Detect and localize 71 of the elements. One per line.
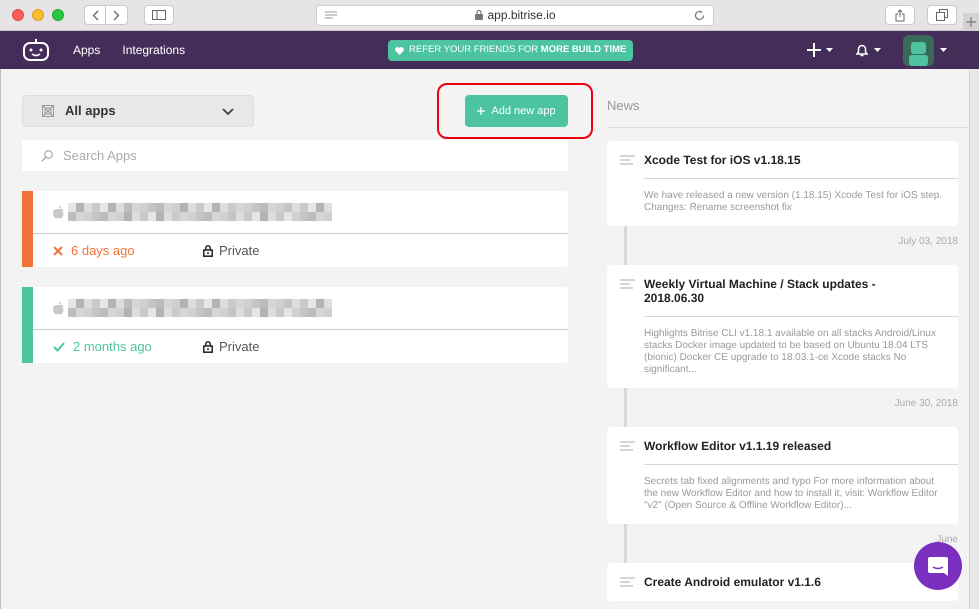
news-date: June 30, 2018 [894, 396, 958, 410]
tabs-icon [936, 9, 948, 21]
apple-icon [53, 206, 64, 218]
referral-text: REFER YOUR FRIENDS FOR MORE BUILD TIME [409, 43, 626, 58]
profile-menu-button[interactable] [903, 34, 947, 66]
close-window-button[interactable] [12, 9, 24, 21]
last-build-time: 6 days ago [71, 242, 135, 260]
news-title: Workflow Editor v1.1.19 released [644, 438, 832, 452]
heart-icon [395, 46, 404, 54]
text-lines-icon [620, 440, 635, 450]
share-button[interactable] [885, 5, 915, 25]
caret-icon [940, 48, 947, 52]
lock-icon [203, 340, 213, 352]
apple-icon [53, 302, 64, 314]
news-card[interactable] [607, 426, 958, 524]
back-button[interactable] [84, 5, 106, 25]
news-summary: We have released a new version (1.18.15) Xcode Test for iOS step. Changes: Rename screenshot fix [644, 190, 944, 214]
app-filter-dropdown[interactable]: All apps [22, 95, 254, 127]
last-build-time: 2 months ago [73, 338, 152, 356]
bell-icon [855, 43, 869, 57]
share-icon [895, 8, 905, 22]
forward-icon [113, 10, 120, 20]
robot-logo-icon[interactable] [22, 38, 50, 62]
chat-button[interactable] [914, 542, 962, 590]
visibility-label: Private [219, 338, 260, 356]
news-title: Create Android emulator v1.1.6 [644, 574, 822, 588]
news-title: Xcode Test for iOS v1.18.15 [644, 152, 802, 166]
nav-link[interactable]: Apps [73, 41, 100, 59]
caret-icon [874, 48, 881, 52]
cross-icon [53, 246, 63, 256]
news-heading: News [607, 96, 968, 128]
nav-link[interactable]: Integrations [122, 41, 186, 59]
news-date: July 03, 2018 [898, 234, 958, 248]
address-field[interactable]: app.bitrise.io [316, 4, 714, 26]
checkmark-icon [53, 342, 65, 352]
chevron-down-icon [222, 108, 234, 114]
news-summary: Secrets tab fixed alignments and typo For more information about the new Workflow Editor and how to install it, visit: Workflow Editor "v2" (Open Source & Offline Workflow Editor)... [644, 476, 939, 512]
news-summary: Highlights Bitrise CLI v1.18.1 available on all stacks Android/Linux stacks Docker image updated to be based on Ubuntu 18.04 LTS (bionic) Docker CE upgrade to 18.03.1-ce Xcode stacks No significant... [644, 328, 937, 376]
add-menu-button[interactable] [807, 43, 833, 57]
notifications-button[interactable] [855, 43, 881, 57]
news-card[interactable]: Create Android emulator v1.1.6 [607, 562, 958, 600]
forward-button[interactable] [106, 5, 128, 25]
text-lines-icon [620, 576, 635, 586]
app-card[interactable]: 6 days ago Private [22, 191, 568, 267]
tabs-button[interactable] [927, 5, 957, 25]
chat-icon [927, 555, 949, 577]
caret-icon [826, 48, 833, 52]
news-card[interactable] [607, 264, 958, 388]
search-icon [41, 150, 53, 162]
text-lines-icon [620, 278, 635, 288]
plus-icon [477, 107, 486, 115]
search-field[interactable]: Search Apps [22, 140, 568, 171]
sidebar-icon [152, 10, 166, 20]
news-card[interactable]: Xcode Test for iOS v1.18.15 We have released a new version (1.18.15) Xcode Test for iOS step. Changes: Rename screenshot fix [607, 140, 958, 226]
visibility-label: Private [219, 242, 260, 260]
plus-icon [966, 17, 976, 27]
grid-icon [42, 105, 54, 117]
lock-icon [475, 10, 484, 20]
lock-icon [203, 244, 213, 256]
url-text: app.bitrise.io [487, 7, 556, 24]
avatar-icon [903, 34, 934, 66]
news-date: June [936, 532, 958, 546]
reader-icon [325, 11, 337, 19]
reload-icon[interactable] [694, 10, 705, 20]
sidebar-button[interactable] [144, 5, 174, 25]
text-lines-icon [620, 154, 635, 164]
news-title: Weekly Virtual Machine / Stack updates - 2018.06.30 [644, 276, 877, 304]
app-card[interactable]: 2 months ago Private [22, 287, 568, 363]
back-icon [92, 10, 98, 20]
new-tab-button[interactable] [963, 13, 979, 31]
plus-icon [807, 43, 821, 57]
